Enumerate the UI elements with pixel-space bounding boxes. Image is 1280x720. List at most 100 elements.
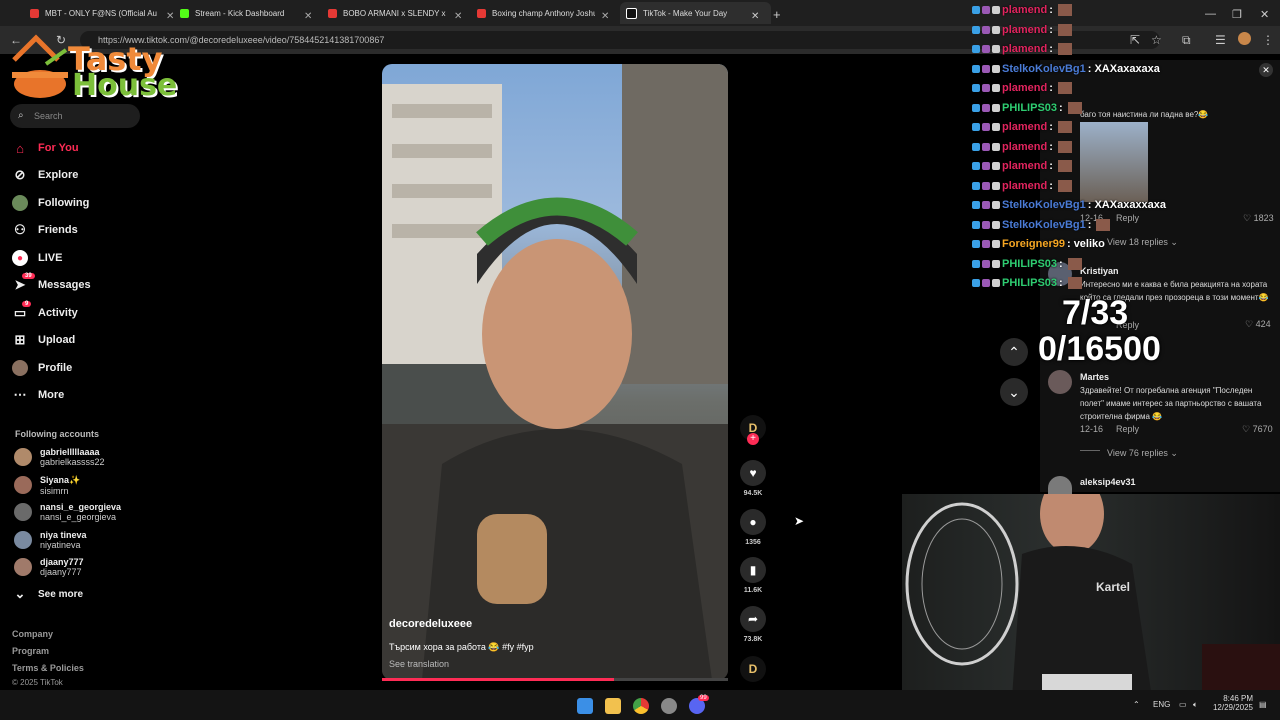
creator-avatar-button[interactable]: D +	[740, 415, 766, 445]
chat-username[interactable]: plamend	[1002, 4, 1047, 16]
chat-message: PHILIPS03:	[972, 256, 1082, 272]
comment-like[interactable]: ♡ 424	[1245, 319, 1271, 330]
share-button[interactable]: ➦ 73.8K	[740, 606, 766, 643]
chat-username[interactable]: Foreigner99	[1002, 238, 1065, 250]
live-icon: ●	[12, 250, 28, 266]
chat-badge-icon	[982, 182, 990, 190]
following-account[interactable]: nansi_e_georgieva nansi_e_georgieva	[14, 500, 121, 524]
see-more-button[interactable]: ⌄ See more	[12, 584, 83, 604]
tray-chevron-up-icon[interactable]: ⌃	[1133, 700, 1140, 709]
view-replies-button[interactable]: View 18 replies ⌄	[1107, 237, 1178, 248]
chat-badge-icon	[972, 240, 980, 248]
sidebar-item-live[interactable]: ● LIVE	[12, 248, 62, 268]
volume-icon[interactable]: 🔈︎	[1193, 700, 1198, 710]
chat-username[interactable]: plamend	[1002, 160, 1047, 172]
browser-tab-4[interactable]: Boxing champ Anthony Joshua	[477, 4, 595, 22]
comment-like[interactable]: ♡ 7670	[1242, 424, 1273, 435]
account-handle: niyatineva	[40, 540, 81, 550]
reply-button[interactable]: Reply	[1116, 213, 1139, 223]
comment-author[interactable]: Martes	[1080, 371, 1109, 384]
language-indicator[interactable]: ENG	[1153, 700, 1170, 709]
comment-author[interactable]: Kristiyan	[1080, 265, 1119, 278]
chat-badge-icon	[972, 26, 980, 34]
close-tab-icon[interactable]: ✕	[304, 7, 312, 25]
video-player[interactable]: decoredeluxeee Търсим хора за работа 😂 #…	[382, 64, 728, 680]
close-window-icon[interactable]: ✕	[1260, 5, 1269, 23]
profile-avatar-icon[interactable]	[1238, 32, 1251, 45]
like-count: 94.5K	[743, 490, 763, 497]
notification-icon[interactable]: ▤	[1259, 700, 1267, 709]
close-comments-icon[interactable]: ✕	[1259, 63, 1273, 77]
avatar[interactable]	[1048, 370, 1072, 394]
browser-tab-5-active[interactable]: TikTok - Make Your Day	[620, 2, 771, 24]
network-icon[interactable]: ▭	[1179, 700, 1187, 709]
steam-icon[interactable]	[661, 698, 677, 714]
next-video-chevron-down-icon[interactable]: ⌄	[1000, 378, 1028, 406]
bookmark-star-icon[interactable]: ☆	[1151, 33, 1162, 47]
browser-tab-3[interactable]: BOBO ARMANI x SLENDY x PAI	[328, 4, 446, 22]
sidebar-item-following[interactable]: Following	[12, 193, 89, 213]
sidebar-item-profile[interactable]: Profile	[12, 358, 72, 378]
chat-username[interactable]: plamend	[1002, 121, 1047, 133]
sidebar-item-more[interactable]: ⋯ More	[12, 385, 65, 405]
view-replies-button[interactable]: View 76 replies ⌄	[1107, 448, 1178, 459]
chat-username[interactable]: PHILIPS03	[1002, 102, 1057, 114]
reply-button[interactable]: Reply	[1116, 424, 1139, 434]
sidebar-item-activity[interactable]: ▭ 9 Activity	[12, 301, 78, 323]
following-account[interactable]: djaany777 djaany777	[14, 555, 84, 579]
previous-video-chevron-up-icon[interactable]: ⌃	[1000, 338, 1028, 366]
chat-username[interactable]: plamend	[1002, 43, 1047, 55]
following-account[interactable]: gabrielllllaaaa gabrielkassss22	[14, 445, 105, 469]
chat-badge-icon	[992, 26, 1000, 34]
comment-author[interactable]: aleksip4ev31	[1080, 476, 1136, 489]
clock[interactable]: 8:46 PM 12/29/2025	[1211, 694, 1253, 712]
chat-username[interactable]: plamend	[1002, 82, 1047, 94]
footer-company-link[interactable]: Company	[12, 629, 53, 639]
chat-username[interactable]: plamend	[1002, 24, 1047, 36]
search-input[interactable]: ⌕ Search	[10, 104, 140, 128]
chat-username[interactable]: StelkoKolevBg1	[1002, 199, 1086, 211]
chat-username[interactable]: PHILIPS03	[1002, 277, 1057, 289]
like-button[interactable]: ♥ 94.5K	[740, 460, 766, 497]
chat-username[interactable]: PHILIPS03	[1002, 258, 1057, 270]
footer-terms-link[interactable]: Terms & Policies	[12, 663, 84, 673]
chrome-icon[interactable]	[633, 698, 649, 714]
following-account[interactable]: niya tineva niyatineva	[14, 528, 87, 552]
windows-start-icon[interactable]	[577, 698, 593, 714]
comment-image-thumbnail[interactable]	[1080, 122, 1148, 202]
install-app-icon[interactable]: ⇱	[1130, 33, 1140, 47]
sidebar-item-upload[interactable]: ⊞ Upload	[12, 330, 76, 350]
maximize-icon[interactable]: ❐	[1232, 5, 1242, 23]
chat-badge-icon	[982, 260, 990, 268]
footer-program-link[interactable]: Program	[12, 646, 49, 656]
minimize-icon[interactable]: —	[1205, 5, 1216, 23]
new-tab-plus-icon[interactable]: +	[773, 5, 781, 23]
chat-username[interactable]: plamend	[1002, 141, 1047, 153]
save-button[interactable]: ▮ 11.6K	[740, 557, 766, 594]
file-explorer-icon[interactable]	[605, 698, 621, 714]
sidebar-item-label: Activity	[38, 307, 78, 319]
extensions-icon[interactable]: ⧉	[1182, 33, 1191, 48]
following-account[interactable]: Siyana✨ sisimrn	[14, 473, 80, 497]
chat-username[interactable]: StelkoKolevBg1	[1002, 219, 1086, 231]
chat-username[interactable]: StelkoKolevBg1	[1002, 63, 1086, 75]
follow-plus-icon[interactable]: +	[747, 433, 759, 445]
see-translation-link[interactable]: See translation	[389, 659, 449, 669]
music-disc-button[interactable]: D	[740, 656, 766, 682]
sidebar-item-friends[interactable]: ⚇ Friends	[12, 220, 78, 240]
video-author[interactable]: decoredeluxeee	[389, 618, 472, 630]
chat-badge-icon	[972, 201, 980, 209]
comment-button[interactable]: ● 1356	[740, 509, 766, 546]
sidebar-item-messages[interactable]: ➤ 39 Messages	[12, 273, 91, 295]
close-tab-icon[interactable]: ✕	[454, 7, 462, 25]
avatar[interactable]	[1048, 476, 1072, 494]
comment-like[interactable]: ♡ 1823	[1243, 213, 1274, 224]
browser-tab-2[interactable]: Stream - Kick Dashboard	[180, 4, 300, 22]
close-tab-icon[interactable]: ✕	[751, 7, 759, 25]
sidebar-item-for-you[interactable]: ⌂ For You	[12, 138, 78, 158]
chat-username[interactable]: plamend	[1002, 180, 1047, 192]
more-menu-icon[interactable]: ⋮	[1262, 33, 1274, 47]
sidebar-item-explore[interactable]: ⊘ Explore	[12, 165, 79, 185]
tab-search-icon[interactable]: ☰	[1215, 33, 1226, 47]
close-tab-icon[interactable]: ✕	[601, 7, 609, 25]
